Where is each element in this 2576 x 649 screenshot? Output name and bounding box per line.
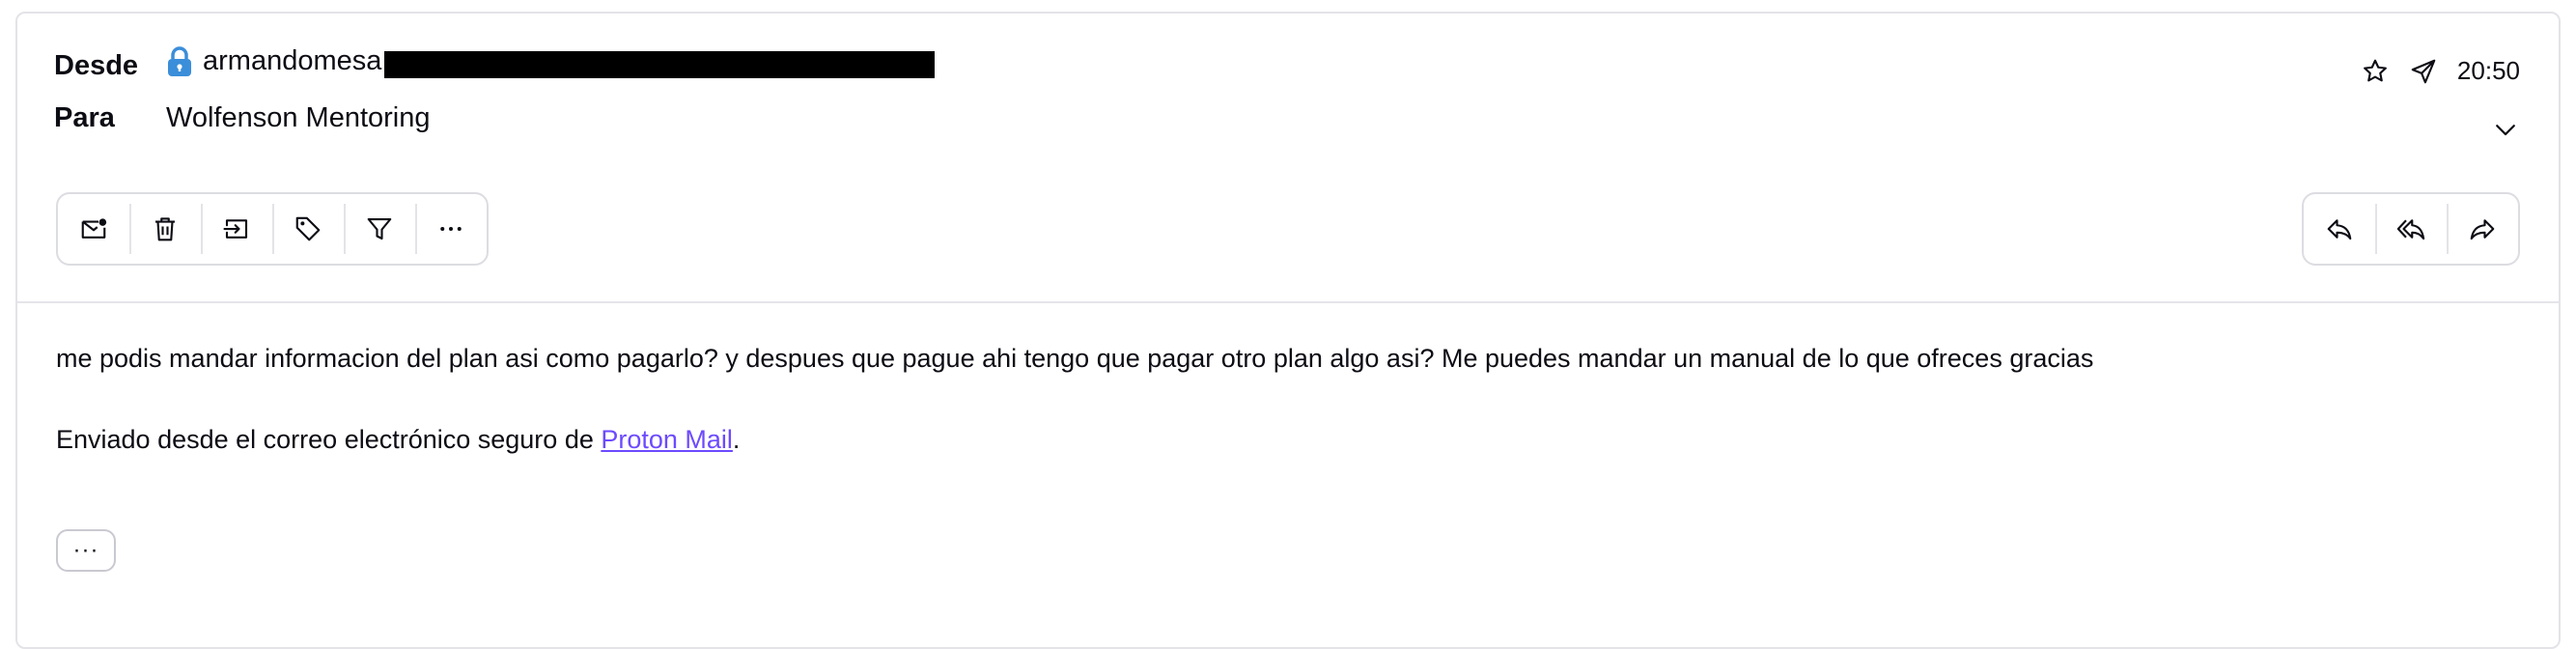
star-icon[interactable] [2361, 57, 2390, 86]
email-header: Desde armandomesa Para Wolfenson Mentori… [17, 14, 2559, 303]
to-recipient[interactable]: Wolfenson Mentoring [166, 102, 431, 134]
email-card: Desde armandomesa Para Wolfenson Mentori… [15, 12, 2561, 649]
reply-icon [2327, 219, 2352, 240]
label-button[interactable] [272, 192, 344, 266]
sent-icon [2409, 57, 2438, 86]
label-icon [295, 216, 321, 241]
forward-icon [2470, 219, 2495, 240]
chevron-down-icon[interactable] [2491, 115, 2520, 144]
message-signature: Enviado desde el correo electrónico segu… [56, 425, 740, 455]
forward-button[interactable] [2447, 192, 2518, 266]
mark-unread-button[interactable] [58, 192, 129, 266]
lock-icon [166, 45, 193, 77]
more-actions-button[interactable] [415, 192, 487, 266]
mark-unread-icon [81, 218, 107, 239]
to-label: Para [54, 102, 115, 133]
header-meta: 20:50 [2361, 56, 2520, 86]
filter-button[interactable] [344, 192, 415, 266]
message-body: me podis mandar informacion del plan asi… [56, 344, 2094, 373]
signature-suffix: . [732, 425, 741, 454]
move-to-button[interactable] [201, 192, 272, 266]
trash-icon [155, 217, 175, 241]
message-actions-toolbar [56, 192, 489, 266]
filter-icon [367, 217, 392, 240]
from-address: armandomesa [203, 45, 382, 76]
reply-button[interactable] [2304, 192, 2375, 266]
message-time: 20:50 [2456, 56, 2520, 85]
reply-all-button[interactable] [2375, 192, 2447, 266]
from-sender[interactable]: armandomesa [166, 45, 381, 77]
redacted-block [384, 51, 935, 78]
delete-button[interactable] [129, 192, 201, 266]
reply-all-icon [2396, 219, 2425, 240]
more-horizontal-icon [440, 227, 462, 231]
proton-mail-link[interactable]: Proton Mail [601, 425, 733, 454]
reply-toolbar [2302, 192, 2520, 266]
move-to-icon [223, 219, 248, 239]
from-label: Desde [54, 50, 139, 81]
signature-prefix: Enviado desde el correo electrónico segu… [56, 425, 602, 454]
show-quoted-button[interactable]: ··· [56, 529, 116, 572]
